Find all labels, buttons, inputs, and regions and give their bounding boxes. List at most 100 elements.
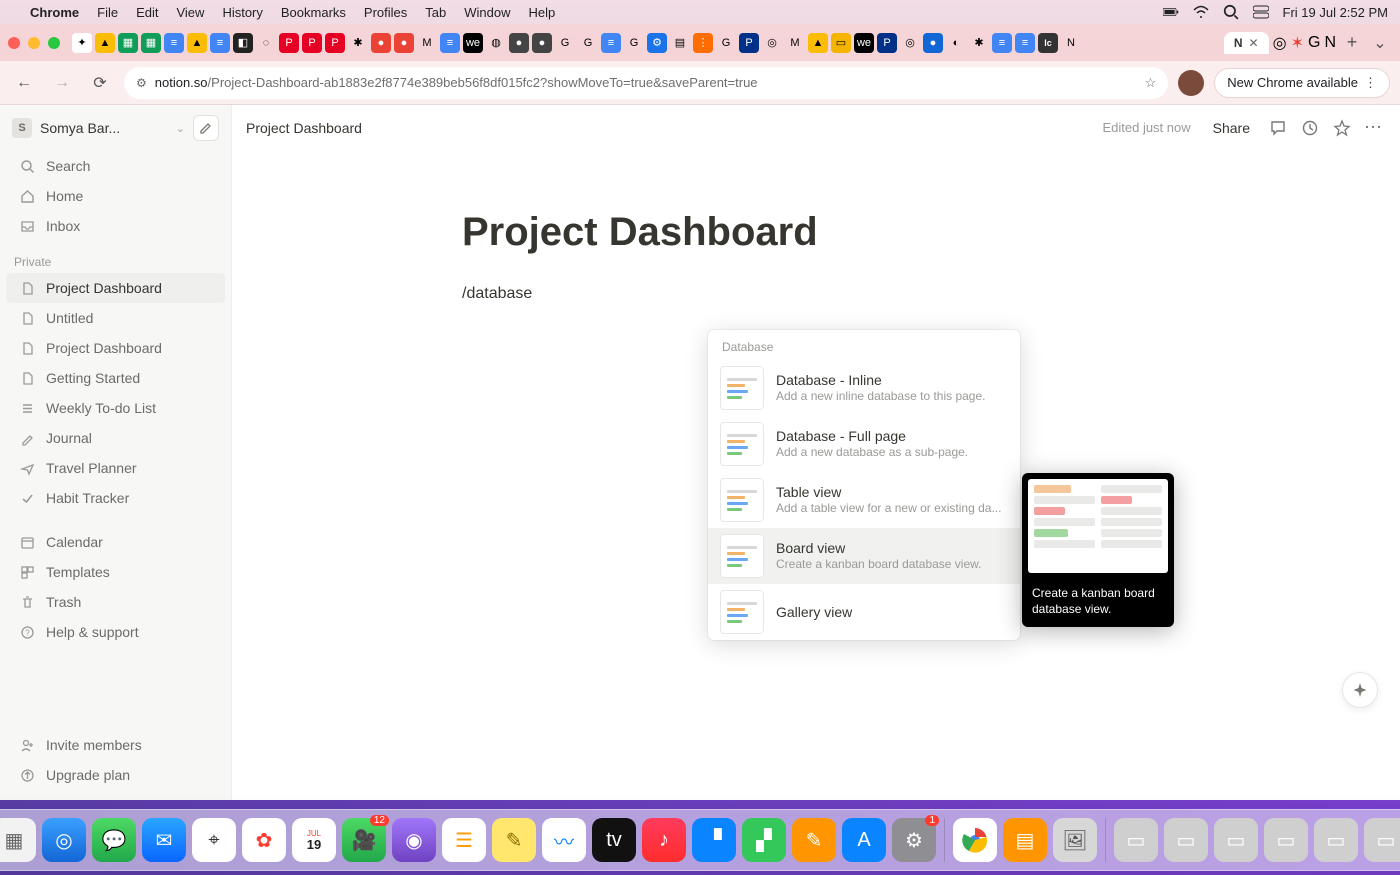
- dock-photos-icon[interactable]: ✿: [242, 818, 286, 862]
- tab-icon[interactable]: we: [463, 33, 483, 53]
- tab-icon[interactable]: ●: [371, 33, 391, 53]
- close-tab-icon[interactable]: ✕: [1249, 36, 1259, 50]
- tab-icon[interactable]: ✱: [969, 33, 989, 53]
- sidebar-page-item[interactable]: Project Dashboard: [6, 273, 225, 303]
- dock-freeform-icon[interactable]: 〰: [542, 818, 586, 862]
- tab-overflow-icon[interactable]: ⌄: [1368, 33, 1392, 53]
- tab-icon[interactable]: ◌: [256, 33, 276, 53]
- tab-icon[interactable]: P: [279, 33, 299, 53]
- tab-icon[interactable]: ◎: [762, 33, 782, 53]
- dock-minimized-window[interactable]: ▭: [1214, 818, 1258, 862]
- tab-icon[interactable]: ⋮: [693, 33, 713, 53]
- menu-view[interactable]: View: [176, 5, 204, 20]
- dock-appletv-icon[interactable]: tv: [592, 818, 636, 862]
- tab-icon[interactable]: ▲: [95, 33, 115, 53]
- sidebar-page-item[interactable]: Habit Tracker: [6, 483, 225, 513]
- more-icon[interactable]: ⋯: [1362, 116, 1386, 140]
- chrome-menu-icon[interactable]: ⋮: [1364, 75, 1377, 91]
- close-window-icon[interactable]: [8, 37, 20, 49]
- menu-history[interactable]: History: [222, 5, 262, 20]
- fullscreen-window-icon[interactable]: [48, 37, 60, 49]
- updates-icon[interactable]: [1298, 116, 1322, 140]
- tab-icon[interactable]: ●: [509, 33, 529, 53]
- background-tabs[interactable]: ✦ ▲ ▦ ▦ ≡ ▲ ≡ ◧ ◌ P P P ✱ ● ● M ≡ we ◍ ●…: [72, 33, 1220, 53]
- sidebar-templates[interactable]: Templates: [6, 557, 225, 587]
- menu-window[interactable]: Window: [464, 5, 510, 20]
- menu-edit[interactable]: Edit: [136, 5, 158, 20]
- tab-icon[interactable]: ≡: [210, 33, 230, 53]
- tab-icon[interactable]: ◎: [1273, 33, 1287, 53]
- dock-keynote-icon[interactable]: ▝: [692, 818, 736, 862]
- profile-avatar[interactable]: [1178, 70, 1204, 96]
- chrome-update-pill[interactable]: New Chrome available ⋮: [1214, 68, 1390, 98]
- dock-books-icon[interactable]: ▤: [1003, 818, 1047, 862]
- tab-icon[interactable]: ▦: [118, 33, 138, 53]
- spotlight-icon[interactable]: [1223, 4, 1239, 20]
- tab-icon[interactable]: ≡: [992, 33, 1012, 53]
- menubar-clock[interactable]: Fri 19 Jul 2:52 PM: [1283, 5, 1389, 20]
- dock-music-icon[interactable]: ♪: [642, 818, 686, 862]
- ai-assistant-button[interactable]: [1342, 672, 1378, 708]
- dock-numbers-icon[interactable]: ▞: [742, 818, 786, 862]
- menu-profiles[interactable]: Profiles: [364, 5, 407, 20]
- dock-minimized-window[interactable]: ▭: [1364, 818, 1400, 862]
- tab-icon[interactable]: ▤: [670, 33, 690, 53]
- dock-appstore-icon[interactable]: A: [842, 818, 886, 862]
- slash-menu-item[interactable]: Database - Full pageAdd a new database a…: [708, 416, 1020, 472]
- tab-icon[interactable]: ◐: [946, 33, 966, 53]
- slash-command-input[interactable]: /database: [366, 263, 1266, 303]
- tab-icon[interactable]: G: [624, 33, 644, 53]
- page-title[interactable]: Project Dashboard: [366, 190, 1266, 263]
- tab-icon[interactable]: ▭: [831, 33, 851, 53]
- slash-menu-item[interactable]: Database - InlineAdd a new inline databa…: [708, 360, 1020, 416]
- sidebar-help[interactable]: ? Help & support: [6, 617, 225, 647]
- sidebar-search[interactable]: Search: [6, 151, 225, 181]
- sidebar-trash[interactable]: Trash: [6, 587, 225, 617]
- tab-icon[interactable]: N: [1061, 33, 1081, 53]
- new-page-button[interactable]: [193, 115, 219, 141]
- slash-menu-item[interactable]: Gallery view: [708, 584, 1020, 640]
- back-button[interactable]: ←: [10, 69, 38, 97]
- tab-icon[interactable]: M: [785, 33, 805, 53]
- tab-icon[interactable]: G: [578, 33, 598, 53]
- dock-minimized-window[interactable]: ▭: [1114, 818, 1158, 862]
- dock-safari-icon[interactable]: ◎: [42, 818, 86, 862]
- sidebar-page-item[interactable]: Journal: [6, 423, 225, 453]
- address-bar[interactable]: ⚙ notion.so/Project-Dashboard-ab1883e2f8…: [124, 67, 1168, 99]
- dock-launchpad-icon[interactable]: ▦: [0, 818, 36, 862]
- slash-menu-item[interactable]: Table viewAdd a table view for a new or …: [708, 472, 1020, 528]
- sidebar-page-item[interactable]: Travel Planner: [6, 453, 225, 483]
- tab-icon[interactable]: M: [417, 33, 437, 53]
- comments-icon[interactable]: [1266, 116, 1290, 140]
- sidebar-page-item[interactable]: Weekly To-do List: [6, 393, 225, 423]
- menu-tab[interactable]: Tab: [425, 5, 446, 20]
- tab-icon[interactable]: ●: [923, 33, 943, 53]
- macos-dock[interactable]: ☺ ▦ ◎ 💬 ✉ ⌖ ✿ JUL19 🎥12 ◉ ☰ ✎ 〰 tv ♪ ▝ ▞…: [0, 809, 1400, 871]
- slash-menu[interactable]: Database Database - InlineAdd a new inli…: [708, 330, 1020, 640]
- minimize-window-icon[interactable]: [28, 37, 40, 49]
- dock-minimized-window[interactable]: ▭: [1164, 818, 1208, 862]
- tab-icon[interactable]: ≡: [1015, 33, 1035, 53]
- forward-button[interactable]: →: [48, 69, 76, 97]
- dock-reminders-icon[interactable]: ☰: [442, 818, 486, 862]
- menubar-app[interactable]: Chrome: [30, 5, 79, 20]
- menu-help[interactable]: Help: [529, 5, 556, 20]
- tab-icon[interactable]: ●: [532, 33, 552, 53]
- tab-icon[interactable]: lc: [1038, 33, 1058, 53]
- tab-icon[interactable]: we: [854, 33, 874, 53]
- tab-icon[interactable]: G: [716, 33, 736, 53]
- control-center-icon[interactable]: [1253, 4, 1269, 20]
- dock-messages-icon[interactable]: 💬: [92, 818, 136, 862]
- breadcrumb[interactable]: Project Dashboard: [246, 120, 362, 136]
- tab-icon[interactable]: ▲: [187, 33, 207, 53]
- favorite-icon[interactable]: [1330, 116, 1354, 140]
- tab-icon[interactable]: ✱: [348, 33, 368, 53]
- sidebar-inbox[interactable]: Inbox: [6, 211, 225, 241]
- tab-icon[interactable]: ⚙: [647, 33, 667, 53]
- dock-chrome-icon[interactable]: [953, 818, 997, 862]
- new-tab-button[interactable]: +: [1340, 32, 1364, 53]
- menu-bookmarks[interactable]: Bookmarks: [281, 5, 346, 20]
- tab-icon[interactable]: G: [555, 33, 575, 53]
- tab-icon[interactable]: ▲: [808, 33, 828, 53]
- tab-icon[interactable]: N: [1324, 34, 1336, 52]
